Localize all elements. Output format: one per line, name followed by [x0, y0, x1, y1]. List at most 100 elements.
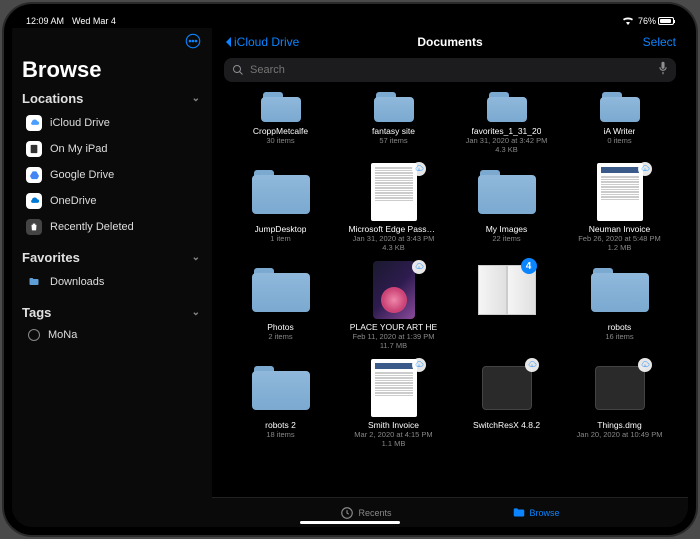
file-meta: Mar 2, 2020 at 4:15 PM1.1 MB	[354, 430, 432, 448]
sidebar-item-label: Recently Deleted	[50, 221, 134, 233]
sidebar-item-label: On My iPad	[50, 143, 107, 155]
file-name: JumpDesktop	[255, 224, 307, 234]
file-item[interactable]: Photos 2 items	[230, 260, 331, 350]
onedrive-icon	[26, 193, 42, 209]
disk-image-icon	[595, 366, 645, 410]
favorites-header[interactable]: Favorites ⌄	[22, 250, 202, 265]
folder-icon	[252, 268, 310, 312]
sidebar-title: Browse	[22, 57, 202, 83]
document-icon	[371, 359, 417, 417]
file-name: robots	[608, 322, 632, 332]
tags-header[interactable]: Tags ⌄	[22, 305, 202, 320]
sidebar-item-onedrive[interactable]: OneDrive	[22, 188, 202, 214]
file-item[interactable]: Neuman Invoice Feb 26, 2020 at 5:48 PM1.…	[569, 162, 670, 252]
tab-browse[interactable]: Browse	[512, 506, 560, 520]
status-bar: 12:09 AM Wed Mar 4 76%	[12, 12, 688, 28]
cloud-download-icon	[525, 358, 539, 372]
file-item[interactable]: 4	[456, 260, 557, 350]
file-meta: 16 items	[605, 332, 633, 341]
file-name: fantasy site	[372, 126, 415, 136]
folder-icon	[600, 92, 640, 122]
file-meta: 2 items	[268, 332, 292, 341]
sidebar-item-on-my-ipad[interactable]: On My iPad	[22, 136, 202, 162]
chevron-down-icon: ⌄	[192, 307, 200, 318]
wifi-icon	[622, 16, 634, 27]
search-bar[interactable]	[224, 58, 676, 82]
cloud-download-icon	[412, 162, 426, 176]
folder-icon	[374, 92, 414, 122]
file-item[interactable]: robots 16 items	[569, 260, 670, 350]
file-meta: 57 items	[379, 136, 407, 145]
file-meta: 1 item	[270, 234, 290, 243]
chevron-down-icon: ⌄	[192, 93, 200, 104]
document-icon	[371, 163, 417, 221]
file-meta: Jan 31, 2020 at 3:42 PM4.3 KB	[466, 136, 548, 154]
folder-icon	[252, 366, 310, 410]
home-indicator[interactable]	[300, 521, 400, 524]
file-item[interactable]: Smith Invoice Mar 2, 2020 at 4:15 PM1.1 …	[343, 358, 444, 448]
file-item[interactable]: JumpDesktop 1 item	[230, 162, 331, 252]
file-item[interactable]: robots 2 18 items	[230, 358, 331, 448]
sidebar-item-recently-deleted[interactable]: Recently Deleted	[22, 214, 202, 240]
trash-icon	[26, 219, 42, 235]
cloud-download-icon	[412, 358, 426, 372]
file-name: Smith Invoice	[368, 420, 419, 430]
cloud-icon	[26, 115, 42, 131]
more-options-icon[interactable]	[184, 32, 202, 55]
file-name: favorites_1_31_20	[472, 126, 542, 136]
file-name: Things.dmg	[597, 420, 641, 430]
disk-image-icon	[482, 366, 532, 410]
sidebar-item-google-drive[interactable]: Google Drive	[22, 162, 202, 188]
battery-indicator: 76%	[638, 16, 674, 26]
file-meta: 30 items	[266, 136, 294, 145]
status-time: 12:09 AM	[26, 16, 64, 26]
folder-icon	[512, 506, 526, 520]
file-item[interactable]: Microsoft Edge Passwords Jan 31, 2020 at…	[343, 162, 444, 252]
file-item[interactable]: SwitchResX 4.8.2	[456, 358, 557, 448]
page-title: Documents	[417, 35, 482, 49]
tag-icon	[28, 329, 40, 341]
file-name: PLACE YOUR ART HE	[350, 322, 437, 332]
file-meta: Feb 11, 2020 at 1:39 PM11.7 MB	[353, 332, 435, 350]
folder-icon	[252, 170, 310, 214]
sidebar-item-label: OneDrive	[50, 195, 96, 207]
file-name: Neuman Invoice	[589, 224, 650, 234]
sidebar-tag-mona[interactable]: MoNa	[22, 324, 202, 346]
search-input[interactable]	[250, 64, 652, 76]
file-name: Microsoft Edge Passwords	[349, 224, 439, 234]
file-meta: 0 items	[607, 136, 631, 145]
sidebar-item-downloads[interactable]: Downloads	[22, 269, 202, 295]
image-icon	[373, 261, 415, 319]
cloud-download-icon	[412, 260, 426, 274]
count-badge: 4	[521, 258, 537, 274]
chevron-down-icon: ⌄	[192, 252, 200, 263]
sidebar-item-label: MoNa	[48, 329, 77, 341]
file-item[interactable]: favorites_1_31_20 Jan 31, 2020 at 3:42 P…	[456, 90, 557, 154]
folder-icon	[591, 268, 649, 312]
file-meta: 18 items	[266, 430, 294, 439]
file-name: SwitchResX 4.8.2	[473, 420, 540, 430]
microphone-icon[interactable]	[658, 61, 668, 80]
sidebar-item-icloud-drive[interactable]: iCloud Drive	[22, 110, 202, 136]
file-meta: Feb 26, 2020 at 5:48 PM1.2 MB	[578, 234, 661, 252]
cloud-download-icon	[638, 358, 652, 372]
file-item[interactable]: iA Writer 0 items	[569, 90, 670, 154]
locations-header[interactable]: Locations ⌄	[22, 91, 202, 106]
file-item[interactable]: CroppMetcalfe 30 items	[230, 90, 331, 154]
sidebar-item-label: Downloads	[50, 276, 104, 288]
file-item[interactable]: PLACE YOUR ART HE Feb 11, 2020 at 1:39 P…	[343, 260, 444, 350]
folder-icon	[487, 92, 527, 122]
tab-recents[interactable]: Recents	[340, 506, 391, 520]
folder-icon	[478, 170, 536, 214]
search-icon	[232, 64, 244, 76]
file-name: Photos	[267, 322, 293, 332]
file-item[interactable]: fantasy site 57 items	[343, 90, 444, 154]
file-item[interactable]: Things.dmg Jan 20, 2020 at 10:49 PM	[569, 358, 670, 448]
main-content: iCloud Drive Documents Select CroppMetca…	[212, 28, 688, 527]
select-button[interactable]: Select	[643, 35, 676, 49]
back-button[interactable]: iCloud Drive	[224, 35, 299, 49]
file-item[interactable]: My Images 22 items	[456, 162, 557, 252]
sidebar-item-label: iCloud Drive	[50, 117, 110, 129]
gdrive-icon	[26, 167, 42, 183]
clock-icon	[340, 506, 354, 520]
